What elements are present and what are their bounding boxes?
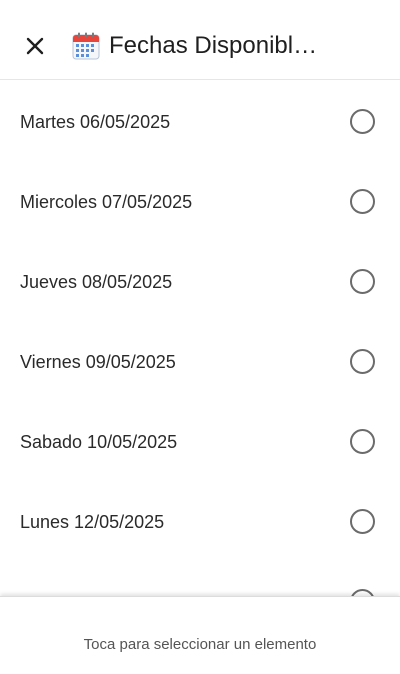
date-option-row[interactable]: Viernes 09/05/2025: [0, 322, 400, 402]
radio-button[interactable]: [350, 509, 375, 534]
date-option-label: Miercoles 07/05/2025: [20, 192, 193, 212]
radio-button[interactable]: [350, 109, 375, 134]
date-option-list[interactable]: Martes 06/05/2025 Miercoles 07/05/2025 J…: [0, 82, 400, 596]
dialog-title: Fechas Disponibl…: [109, 32, 318, 59]
dialog-header: Fechas Disponibl…: [0, 0, 400, 80]
selection-hint: Toca para seleccionar un elemento: [83, 636, 317, 653]
date-option-row[interactable]: Sabado 10/05/2025: [0, 402, 400, 482]
radio-button[interactable]: [350, 269, 375, 294]
date-option-label: Sabado 10/05/2025: [20, 432, 178, 452]
date-option-row[interactable]: [0, 562, 400, 596]
date-option-row[interactable]: Martes 06/05/2025: [0, 82, 400, 162]
calendar-icon: [72, 32, 100, 60]
date-option-label: Lunes 12/05/2025: [20, 512, 165, 532]
date-option-label: Jueves 08/05/2025: [20, 272, 173, 292]
date-option-row[interactable]: Miercoles 07/05/2025: [0, 162, 400, 242]
close-button[interactable]: [20, 31, 50, 61]
radio-button[interactable]: [350, 349, 375, 374]
radio-button[interactable]: [350, 429, 375, 454]
radio-button[interactable]: [350, 189, 375, 214]
date-option-label: Viernes 09/05/2025: [20, 352, 176, 372]
date-option-row[interactable]: Jueves 08/05/2025: [0, 242, 400, 322]
radio-button[interactable]: [350, 589, 375, 596]
date-picker-sheet: Fechas Disponibl… Martes 06/05/2025 Mier…: [0, 0, 400, 674]
close-icon: [26, 37, 44, 55]
selection-hint-bar: Toca para seleccionar un elemento: [0, 596, 400, 674]
date-option-row[interactable]: Lunes 12/05/2025: [0, 482, 400, 562]
date-option-label: Martes 06/05/2025: [20, 112, 171, 132]
